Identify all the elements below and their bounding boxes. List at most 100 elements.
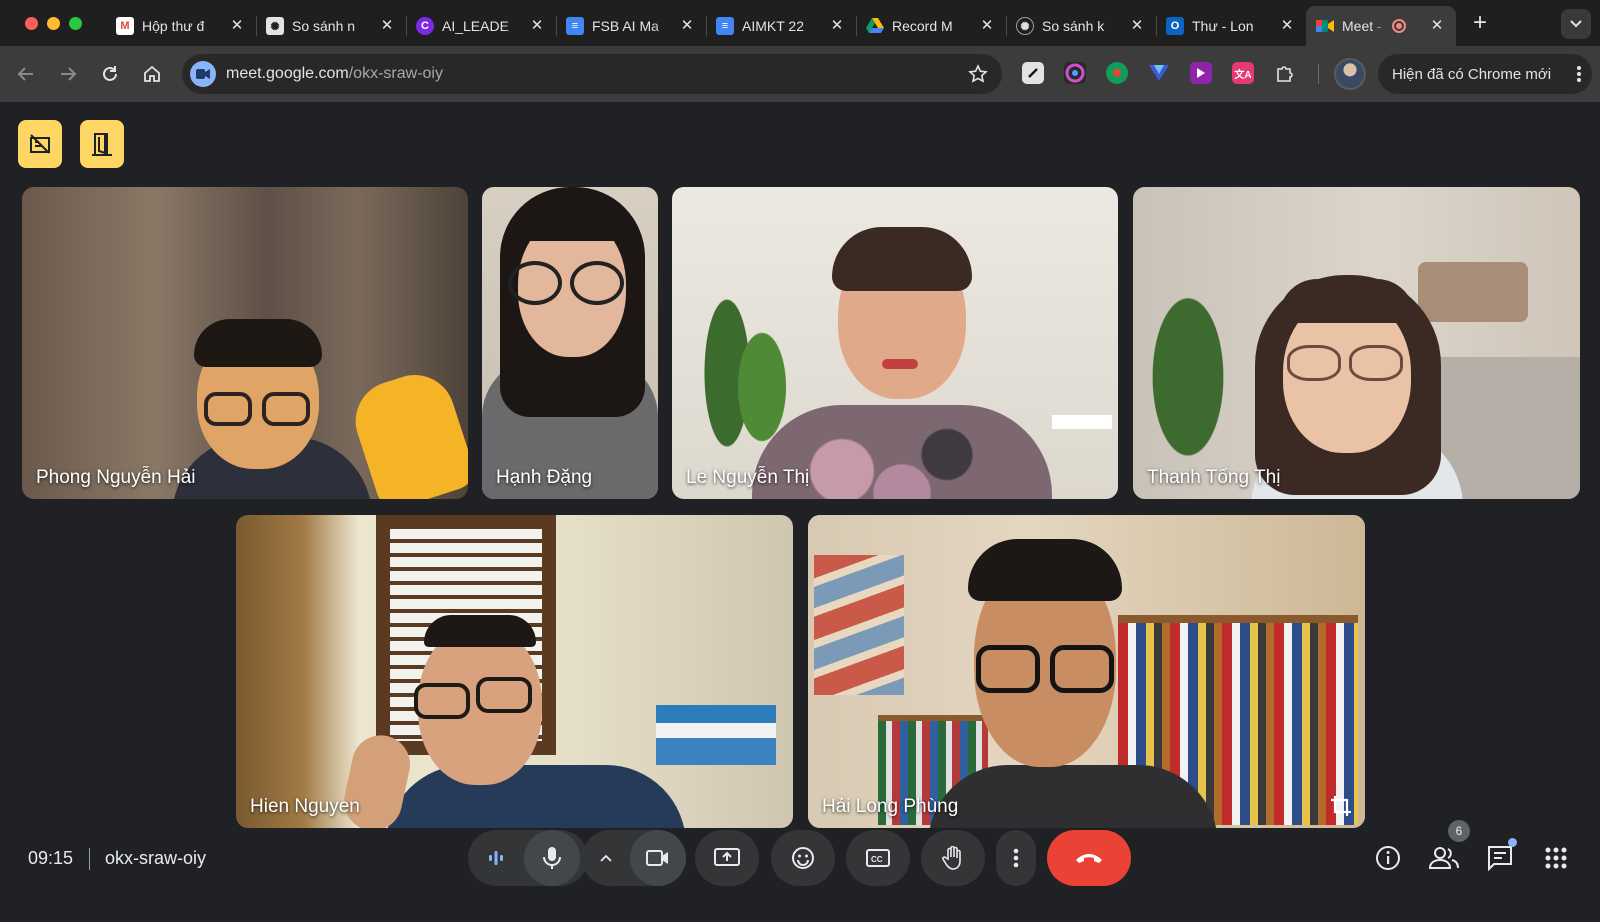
video-camera-icon [196,69,210,79]
raise-hand-button[interactable] [921,830,985,886]
gmail-icon: M [116,17,134,35]
back-button[interactable] [12,60,40,88]
tab-title: Thư - Lon [1192,18,1254,34]
close-icon[interactable]: ✕ [978,17,996,35]
chrome-update-button[interactable]: Hiện đã có Chrome mới [1378,54,1592,94]
tab-search-button[interactable] [1561,9,1591,39]
tab-gmail[interactable]: M Hộp thư đ ✕ [106,6,256,46]
participant-name: Phong Nguyễn Hải [36,467,196,488]
glasses [508,261,562,305]
participant-hair [832,227,972,291]
tab-title: FSB AI Ma [592,18,659,34]
camera-control[interactable] [582,830,686,886]
home-icon [144,65,160,82]
more-options-button[interactable] [996,830,1036,886]
participant-tile[interactable]: Le Nguyễn Thị [672,187,1118,499]
site-info-button[interactable] [190,61,216,87]
drive-icon [866,17,884,35]
recording-status-button[interactable] [18,120,62,168]
close-icon[interactable]: ✕ [378,17,396,35]
home-button[interactable] [138,60,166,88]
tab-meet[interactable]: Meet - ✕ [1306,6,1456,46]
close-icon[interactable]: ✕ [1128,17,1146,35]
tab-chatgpt-1[interactable]: ✺ So sánh n ✕ [256,6,406,46]
tab-chatgpt-2[interactable]: ✺ So sánh k ✕ [1006,6,1156,46]
present-to-all-icon [714,848,740,866]
participant-name: Thanh Tống Thị [1147,467,1281,488]
close-icon[interactable]: ✕ [678,17,696,35]
tab-outlook[interactable]: O Thư - Lon ✕ [1156,6,1306,46]
participant-name: Hien Nguyen [250,796,360,817]
tab-canva[interactable]: C AI_LEADE ✕ [406,6,556,46]
apps-grid-icon [1545,847,1567,869]
toolbar-divider [1318,64,1319,84]
close-icon[interactable]: ✕ [1278,17,1296,35]
people-button[interactable] [1428,842,1460,874]
hand-icon [942,846,961,870]
minimize-window-button[interactable] [47,17,60,30]
bookmark-star-icon[interactable] [968,64,988,89]
tab-docs-1[interactable]: ≡ FSB AI Ma ✕ [556,6,706,46]
extension-translate-icon[interactable]: 文A [1232,62,1254,84]
extension-notion-icon[interactable] [1022,62,1044,84]
forward-button[interactable] [54,60,82,88]
close-window-button[interactable] [25,17,38,30]
meet-icon [1316,17,1334,35]
participant-lips [882,359,918,369]
close-icon[interactable]: ✕ [228,17,246,35]
arrow-left-icon [17,67,33,81]
meeting-details-button[interactable] [1372,842,1404,874]
closed-captions-icon: CC [866,849,890,867]
more-vert-icon [1013,848,1019,868]
glasses [570,261,624,305]
url-path: /okx-sraw-oiy [348,65,443,82]
companion-mode-button[interactable] [80,120,124,168]
crop-icon[interactable] [1327,792,1355,820]
reload-button[interactable] [96,60,124,88]
tab-drive[interactable]: Record M ✕ [856,6,1006,46]
address-bar[interactable]: meet.google.com/okx-sraw-oiy [182,54,1002,94]
chevron-up-icon [600,854,612,862]
profile-avatar[interactable] [1334,58,1366,90]
camera-button[interactable] [630,830,686,886]
glasses [1050,645,1114,693]
participant-tile[interactable]: Phong Nguyễn Hải [22,187,468,499]
extension-record-icon[interactable] [1106,62,1128,84]
camera-options-button[interactable] [582,830,630,886]
participant-body [386,765,686,828]
extension-grammar-icon[interactable] [1064,62,1086,84]
microphone-control[interactable] [468,830,588,886]
participant-tile[interactable]: Hien Nguyen [236,515,793,828]
meet-stage: Phong Nguyễn Hải Hạnh Đặng Le Nguyễn Thị [0,102,1600,922]
reactions-button[interactable] [771,830,835,886]
maximize-window-button[interactable] [69,17,82,30]
extension-video-icon[interactable] [1190,62,1212,84]
tab-title: So sánh n [292,18,356,34]
extension-vpn-icon[interactable] [1148,62,1170,84]
participant-tile[interactable]: Thanh Tống Thị [1133,187,1580,499]
url-host: meet.google.com [226,65,349,82]
microphone-button[interactable] [524,830,580,886]
extensions-puzzle-icon[interactable] [1274,62,1296,84]
new-tab-button[interactable]: + [1466,10,1494,38]
present-screen-button[interactable] [695,830,759,886]
participant-hair [424,615,536,647]
microphone-icon [543,847,561,869]
tab-title: Hộp thư đ [142,18,205,34]
glasses [262,392,310,426]
shelf-item [1052,415,1112,429]
stacked-books [656,705,776,765]
close-icon[interactable]: ✕ [1428,17,1446,35]
participant-tile-active-speaker[interactable]: Hải Long Phùng [808,515,1365,828]
participant-name: Hạnh Đặng [496,467,593,488]
meeting-code: okx-sraw-oiy [105,848,207,868]
activities-button[interactable] [1540,842,1572,874]
leave-call-button[interactable] [1047,830,1131,886]
tab-docs-2[interactable]: ≡ AIMKT 22 ✕ [706,6,856,46]
captions-button[interactable]: CC [846,830,910,886]
close-icon[interactable]: ✕ [528,17,546,35]
close-icon[interactable]: ✕ [828,17,846,35]
participant-name: Hải Long Phùng [822,796,959,817]
recording-icon [1392,19,1406,33]
participant-tile[interactable]: Hạnh Đặng [482,187,658,499]
